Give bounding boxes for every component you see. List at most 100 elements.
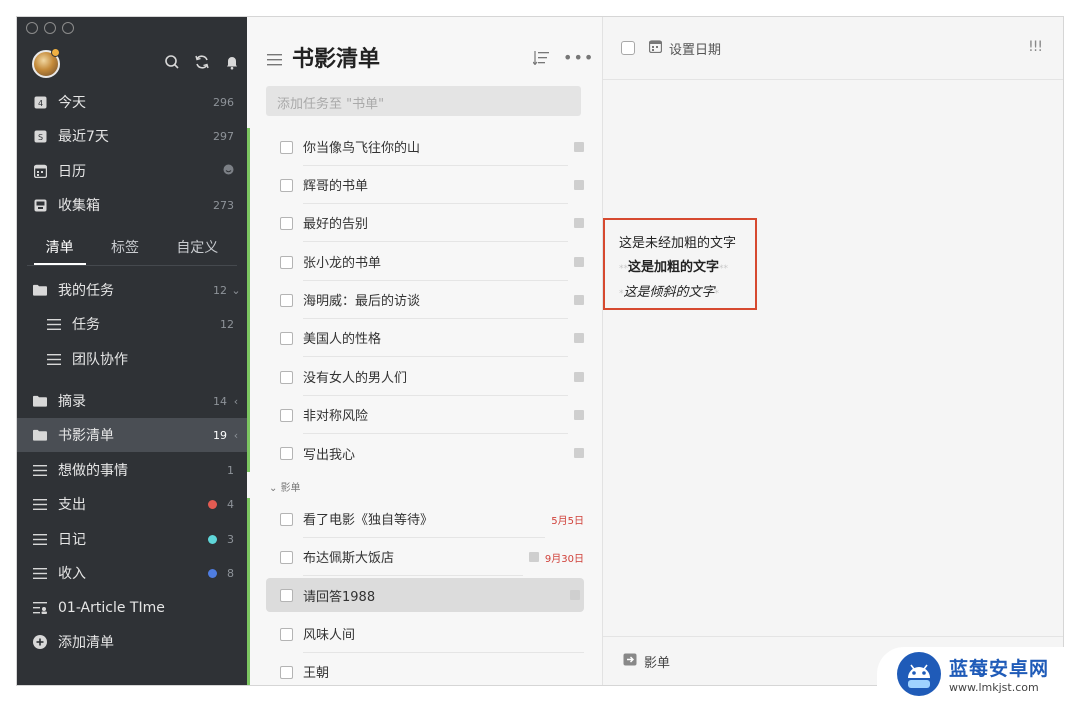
tab-tags[interactable]: 标签: [99, 235, 151, 265]
task-checkbox[interactable]: [280, 627, 293, 641]
sidebar-item-tasks[interactable]: 任务 12: [17, 307, 247, 341]
list-item[interactable]: 海明威：最后的访谈: [266, 281, 584, 319]
sidebar-item-count: 12: [213, 283, 227, 297]
sidebar-item-count: 14: [213, 394, 227, 408]
task-checkbox[interactable]: [280, 446, 293, 460]
sidebar-item-count: 3: [227, 532, 234, 546]
list-item[interactable]: 辉哥的书单: [266, 166, 584, 204]
sidebar-item-label: 想做的事情: [58, 463, 128, 479]
hamburger-icon[interactable]: [267, 51, 282, 70]
sidebar-item-my-tasks[interactable]: 我的任务 12 ⌄: [17, 273, 247, 307]
list-name[interactable]: 影单: [644, 652, 670, 671]
list-item[interactable]: 看了电影《独自等待》 5月5日: [266, 500, 584, 538]
list-item[interactable]: 非对称风险: [266, 396, 584, 434]
task-checkbox[interactable]: [280, 370, 293, 384]
list-item[interactable]: 美国人的性格: [266, 319, 584, 357]
sidebar-item-article-time[interactable]: 01-Article TIme: [17, 591, 247, 625]
close-window-button[interactable]: [26, 22, 38, 34]
note-icon: [574, 448, 584, 458]
task-checkbox[interactable]: [280, 331, 293, 345]
list-item[interactable]: 写出我心: [266, 434, 584, 472]
calendar-week-icon: S: [33, 129, 47, 143]
note-icon: [574, 295, 584, 305]
sync-icon[interactable]: [194, 54, 210, 70]
sidebar-item-team[interactable]: 团队协作: [17, 342, 247, 376]
bell-icon[interactable]: [224, 54, 240, 70]
watermark-name: 蓝莓安卓网: [949, 658, 1050, 680]
task-checkbox[interactable]: [280, 178, 293, 192]
sidebar-item-label: 摘录: [58, 394, 86, 410]
list-item-selected[interactable]: 请回答1988: [266, 578, 584, 612]
task-checkbox[interactable]: [280, 293, 293, 307]
search-icon[interactable]: [164, 54, 180, 70]
task-list-panel: 书影清单 ••• 添加任务至 "书单" 你当像鸟飞往你的山 辉哥的书单 最好的告…: [247, 17, 602, 685]
list-icon: [47, 352, 61, 366]
calendar-today-icon: 4: [33, 95, 47, 109]
list-item[interactable]: 布达佩斯大饭店 9月30日: [266, 538, 584, 576]
group-header[interactable]: ⌄ 影单: [269, 479, 301, 494]
note-icon: [574, 142, 584, 152]
list-item[interactable]: 最好的告别: [266, 204, 584, 242]
watermark-text: 蓝莓安卓网 www.lmkjst.com: [949, 654, 1049, 694]
sidebar-item-books-movies[interactable]: 书影清单 19 ‹: [17, 418, 247, 452]
folder-icon: [33, 428, 47, 442]
task-checkbox[interactable]: [280, 512, 293, 526]
nav-label: 日历: [58, 164, 86, 180]
sidebar-tabs: 清单 标签 自定义: [27, 235, 237, 265]
list-item[interactable]: 王朝: [266, 653, 584, 685]
detail-header: 设置日期 !!!: [603, 17, 1063, 80]
sidebar-item-income[interactable]: 收入 8: [17, 556, 247, 590]
plain-text-line: 这是未经加粗的文字: [619, 236, 737, 251]
tab-custom[interactable]: 自定义: [164, 235, 230, 265]
sort-icon[interactable]: [532, 50, 549, 69]
add-list-button[interactable]: 添加清单: [17, 625, 247, 659]
detail-checkbox[interactable]: [621, 41, 635, 55]
nav-calendar[interactable]: 日历: [17, 154, 247, 188]
sidebar-item-expenses[interactable]: 支出 4: [17, 487, 247, 521]
list-icon: [47, 317, 61, 331]
sidebar-item-wishes[interactable]: 想做的事情 1: [17, 453, 247, 487]
bold-text-line: **这是加粗的文字**: [619, 256, 755, 281]
italic-text: 这是倾斜的文字: [623, 285, 715, 300]
task-checkbox[interactable]: [280, 665, 293, 679]
task-title: 风味人间: [303, 615, 584, 653]
chevron-down-icon[interactable]: ⌄: [231, 284, 241, 297]
minimize-window-button[interactable]: [44, 22, 56, 34]
task-checkbox[interactable]: [280, 408, 293, 422]
inbox-icon: [33, 198, 47, 212]
nav-today[interactable]: 4 今天 296: [17, 85, 247, 119]
sidebar-item-excerpts[interactable]: 摘录 14 ‹: [17, 384, 247, 418]
task-content[interactable]: 这是未经加粗的文字 **这是加粗的文字** *这是倾斜的文字*: [603, 218, 757, 310]
nav-label: 今天: [58, 95, 86, 111]
set-date-button[interactable]: 设置日期: [648, 39, 722, 58]
smiley-icon: [223, 164, 234, 178]
list-icon: [33, 532, 47, 546]
task-checkbox[interactable]: [280, 255, 293, 269]
more-icon[interactable]: •••: [563, 48, 594, 67]
chevron-left-icon[interactable]: ‹: [231, 429, 241, 442]
move-to-list-icon[interactable]: [623, 653, 637, 670]
sidebar-item-diary[interactable]: 日记 3: [17, 522, 247, 556]
markdown-mark: *: [714, 289, 720, 299]
task-checkbox[interactable]: [280, 140, 293, 154]
sidebar-item-count: 19: [213, 428, 227, 442]
nav-next-7-days[interactable]: S 最近7天 297: [17, 119, 247, 153]
task-checkbox[interactable]: [280, 550, 293, 564]
priority-button[interactable]: !!!: [1028, 39, 1043, 55]
tab-lists[interactable]: 清单: [33, 235, 86, 265]
nav-inbox[interactable]: 收集箱 273: [17, 188, 247, 222]
list-item[interactable]: 没有女人的男人们: [266, 358, 584, 396]
list-item[interactable]: 风味人间: [266, 615, 584, 653]
task-checkbox[interactable]: [280, 588, 293, 602]
task-checkbox[interactable]: [280, 216, 293, 230]
task-title: 非对称风险: [303, 396, 568, 434]
zoom-window-button[interactable]: [62, 22, 74, 34]
folder-icon: [33, 283, 47, 297]
add-task-input[interactable]: 添加任务至 "书单": [266, 86, 581, 116]
sidebar-item-label: 添加清单: [58, 635, 114, 651]
list-item[interactable]: 你当像鸟飞往你的山: [266, 128, 584, 166]
set-date-label: 设置日期: [669, 42, 722, 58]
sidebar-item-label: 支出: [58, 497, 86, 513]
list-item[interactable]: 张小龙的书单: [266, 243, 584, 281]
chevron-left-icon[interactable]: ‹: [231, 395, 241, 408]
